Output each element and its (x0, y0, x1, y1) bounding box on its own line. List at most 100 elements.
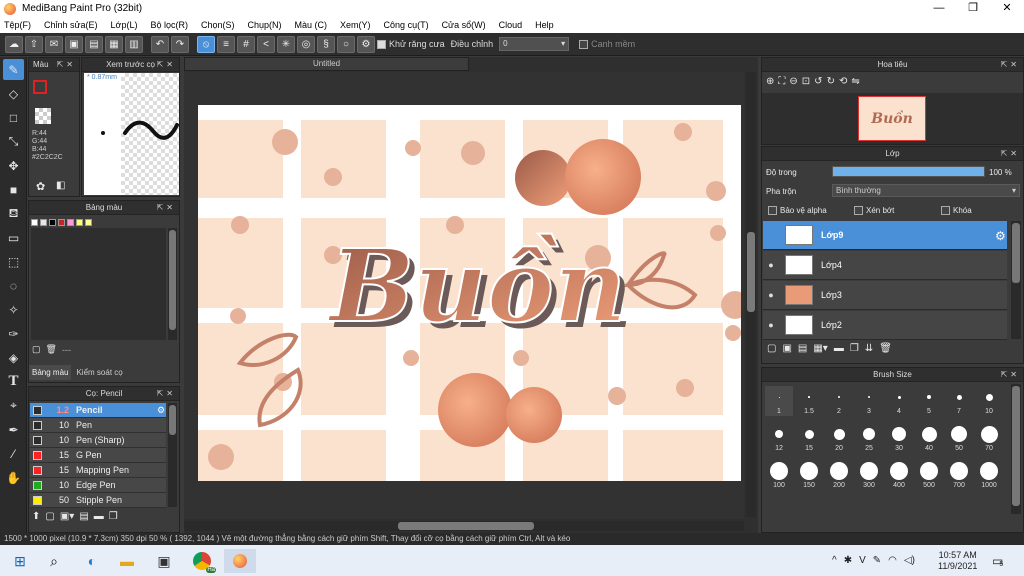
curve-snap-icon[interactable]: § (317, 35, 335, 53)
medibang-taskbar-icon[interactable] (224, 549, 256, 573)
brush-item[interactable]: 10 Pen (Sharp) (30, 433, 166, 448)
menu-view[interactable]: Xem(Y) (340, 20, 371, 30)
search-icon[interactable]: ⌕ (42, 549, 66, 573)
snap-off-icon[interactable]: ⦸ (197, 35, 215, 53)
edge-browser-icon[interactable]: ◐ (80, 549, 104, 573)
panel-buttons-icon[interactable]: ⇱✕ (1001, 147, 1020, 160)
chrome-icon[interactable]: Hà (190, 549, 216, 573)
delete-layer-icon[interactable]: 🗑 (879, 343, 892, 354)
panel-buttons-icon[interactable]: ⇱✕ (57, 58, 76, 71)
panel-buttons-icon[interactable]: ⇱✕ (157, 201, 176, 214)
hand-icon[interactable]: ✋ (3, 467, 24, 488)
foreground-color[interactable] (33, 80, 47, 94)
brush-size-option[interactable]: 12 (765, 423, 793, 453)
brush-size-option[interactable]: 5 (915, 386, 943, 416)
ellipse-snap-icon[interactable]: ○ (337, 35, 355, 53)
parallel-snap-icon[interactable]: ≡ (217, 35, 235, 53)
settings-icon[interactable]: ⚙ (357, 35, 375, 53)
menu-snap[interactable]: Chụp(N) (248, 20, 282, 30)
close-button[interactable]: ✕ (990, 0, 1024, 17)
palette-swatch[interactable] (31, 219, 38, 226)
menu-help[interactable]: Help (535, 20, 554, 30)
notification-icon[interactable]: ▭ 5 (992, 545, 1003, 576)
brush-size-option[interactable]: 400 (885, 460, 913, 490)
brush-size-option[interactable]: 1.5 (795, 386, 823, 416)
delete-palette-icon[interactable]: 🗑 (46, 344, 57, 355)
tray-expand-icon[interactable]: ^ (832, 555, 837, 566)
palette-swatch[interactable] (85, 219, 92, 226)
brush-folder-icon[interactable]: ▬ (94, 511, 104, 522)
palette-swatch[interactable] (76, 219, 83, 226)
menu-select[interactable]: Chọn(S) (201, 20, 235, 30)
tab-palette[interactable]: Bảng màu (29, 365, 72, 380)
windows-start-icon[interactable]: ⊞ (8, 549, 32, 573)
file-explorer-icon[interactable]: ▬ (115, 549, 139, 573)
layer-item[interactable]: ● Lớp4 (763, 251, 1007, 280)
protect-alpha-checkbox[interactable] (768, 206, 777, 215)
brush-size-option[interactable]: 70 (975, 423, 1003, 453)
correction-select[interactable]: 0 (499, 37, 570, 51)
layer-visibility-icon[interactable]: ● (763, 260, 779, 270)
brush-size-option[interactable]: 3 (855, 386, 883, 416)
grid-icon[interactable]: ▦ (105, 35, 123, 53)
folder-icon[interactable]: ▬ (834, 343, 844, 354)
brush-item[interactable]: 50 Stipple Pen (30, 493, 166, 508)
transparent-color[interactable] (35, 108, 51, 124)
tab-brush-control[interactable]: Kiểm soát cọ (71, 365, 127, 380)
brush-size-option[interactable]: 15 (795, 423, 823, 453)
antialias-checkbox[interactable] (377, 39, 386, 49)
brush-size-option[interactable]: 300 (855, 460, 883, 490)
pen-icon[interactable]: ✎ (873, 555, 881, 566)
volume-icon[interactable]: ◁) (904, 555, 915, 566)
brush-scrollbar[interactable] (168, 403, 177, 507)
store-icon[interactable]: ▣ (152, 549, 176, 573)
palette-scrollbar[interactable] (168, 228, 177, 340)
brush-size-option[interactable]: 20 (825, 423, 853, 453)
brush-size-option[interactable]: 25 (855, 423, 883, 453)
brush-copy-icon[interactable]: ▤ (79, 511, 88, 522)
new-8bit-layer-icon[interactable]: ▤ (798, 343, 807, 354)
magic-wand-icon[interactable]: ✧ (3, 299, 24, 320)
rotate-reset-icon[interactable]: ⟲ (839, 76, 847, 87)
brush-size-option[interactable]: 700 (945, 460, 973, 490)
zoom-in-icon[interactable]: ⊕ (766, 76, 774, 87)
brush-size-scrollbar[interactable] (1011, 384, 1021, 514)
menu-color[interactable]: Màu (C) (295, 20, 328, 30)
brush-size-option[interactable]: 2 (825, 386, 853, 416)
menu-file[interactable]: Tệp(F) (4, 20, 31, 30)
brush-size-option[interactable]: 50 (945, 423, 973, 453)
new-halftone-layer-icon[interactable]: ▣ (782, 343, 791, 354)
blend-select[interactable]: Bình thường ▾ (832, 184, 1020, 197)
canvas-horizontal-scrollbar[interactable] (184, 521, 744, 531)
palette-swatch[interactable] (40, 219, 47, 226)
brush-item[interactable]: 1.2 Pencil (30, 403, 166, 418)
layer-visibility-icon[interactable]: ● (763, 290, 779, 300)
navigator-thumbnail[interactable]: Buồn (858, 96, 926, 141)
gradient-icon[interactable]: ▭ (3, 227, 24, 248)
lock-checkbox[interactable] (941, 206, 950, 215)
brush-item[interactable]: 10 Edge Pen (30, 478, 166, 493)
layer-item[interactable]: ● Lớp3 (763, 281, 1007, 310)
menu-window[interactable]: Cửa sổ(W) (442, 20, 486, 30)
layer-item[interactable]: ● Lớp2 (763, 311, 1007, 340)
brush-size-option[interactable]: 10 (975, 386, 1003, 416)
brush-size-option[interactable]: 4 (885, 386, 913, 416)
clipping-checkbox[interactable] (854, 206, 863, 215)
upload-icon[interactable]: ⇧ (25, 35, 43, 53)
merge-layer-icon[interactable]: ⇊ (865, 343, 873, 354)
panel-buttons-icon[interactable]: ⇱✕ (1001, 58, 1020, 71)
brush-item[interactable]: 15 Mapping Pen (30, 463, 166, 478)
layer-settings-icon[interactable]: ⚙ (995, 229, 1006, 243)
lasso-icon[interactable]: ◌ (3, 275, 24, 296)
text-tool-icon[interactable]: T (3, 371, 24, 392)
layer-item[interactable]: Lớp9 (763, 221, 1007, 250)
menu-layer[interactable]: Lớp(L) (111, 20, 138, 30)
brush-size-option[interactable]: 200 (825, 460, 853, 490)
document-icon[interactable]: ▤ (85, 35, 103, 53)
layer-visibility-icon[interactable]: ● (763, 320, 779, 330)
snap-checkbox[interactable] (579, 39, 589, 49)
move-tool-icon[interactable]: ✥ (3, 155, 24, 176)
palette-swatch[interactable] (67, 219, 74, 226)
bucket-icon[interactable]: ⛾ (3, 203, 24, 224)
panel-buttons-icon[interactable]: ⇱✕ (1001, 368, 1020, 381)
